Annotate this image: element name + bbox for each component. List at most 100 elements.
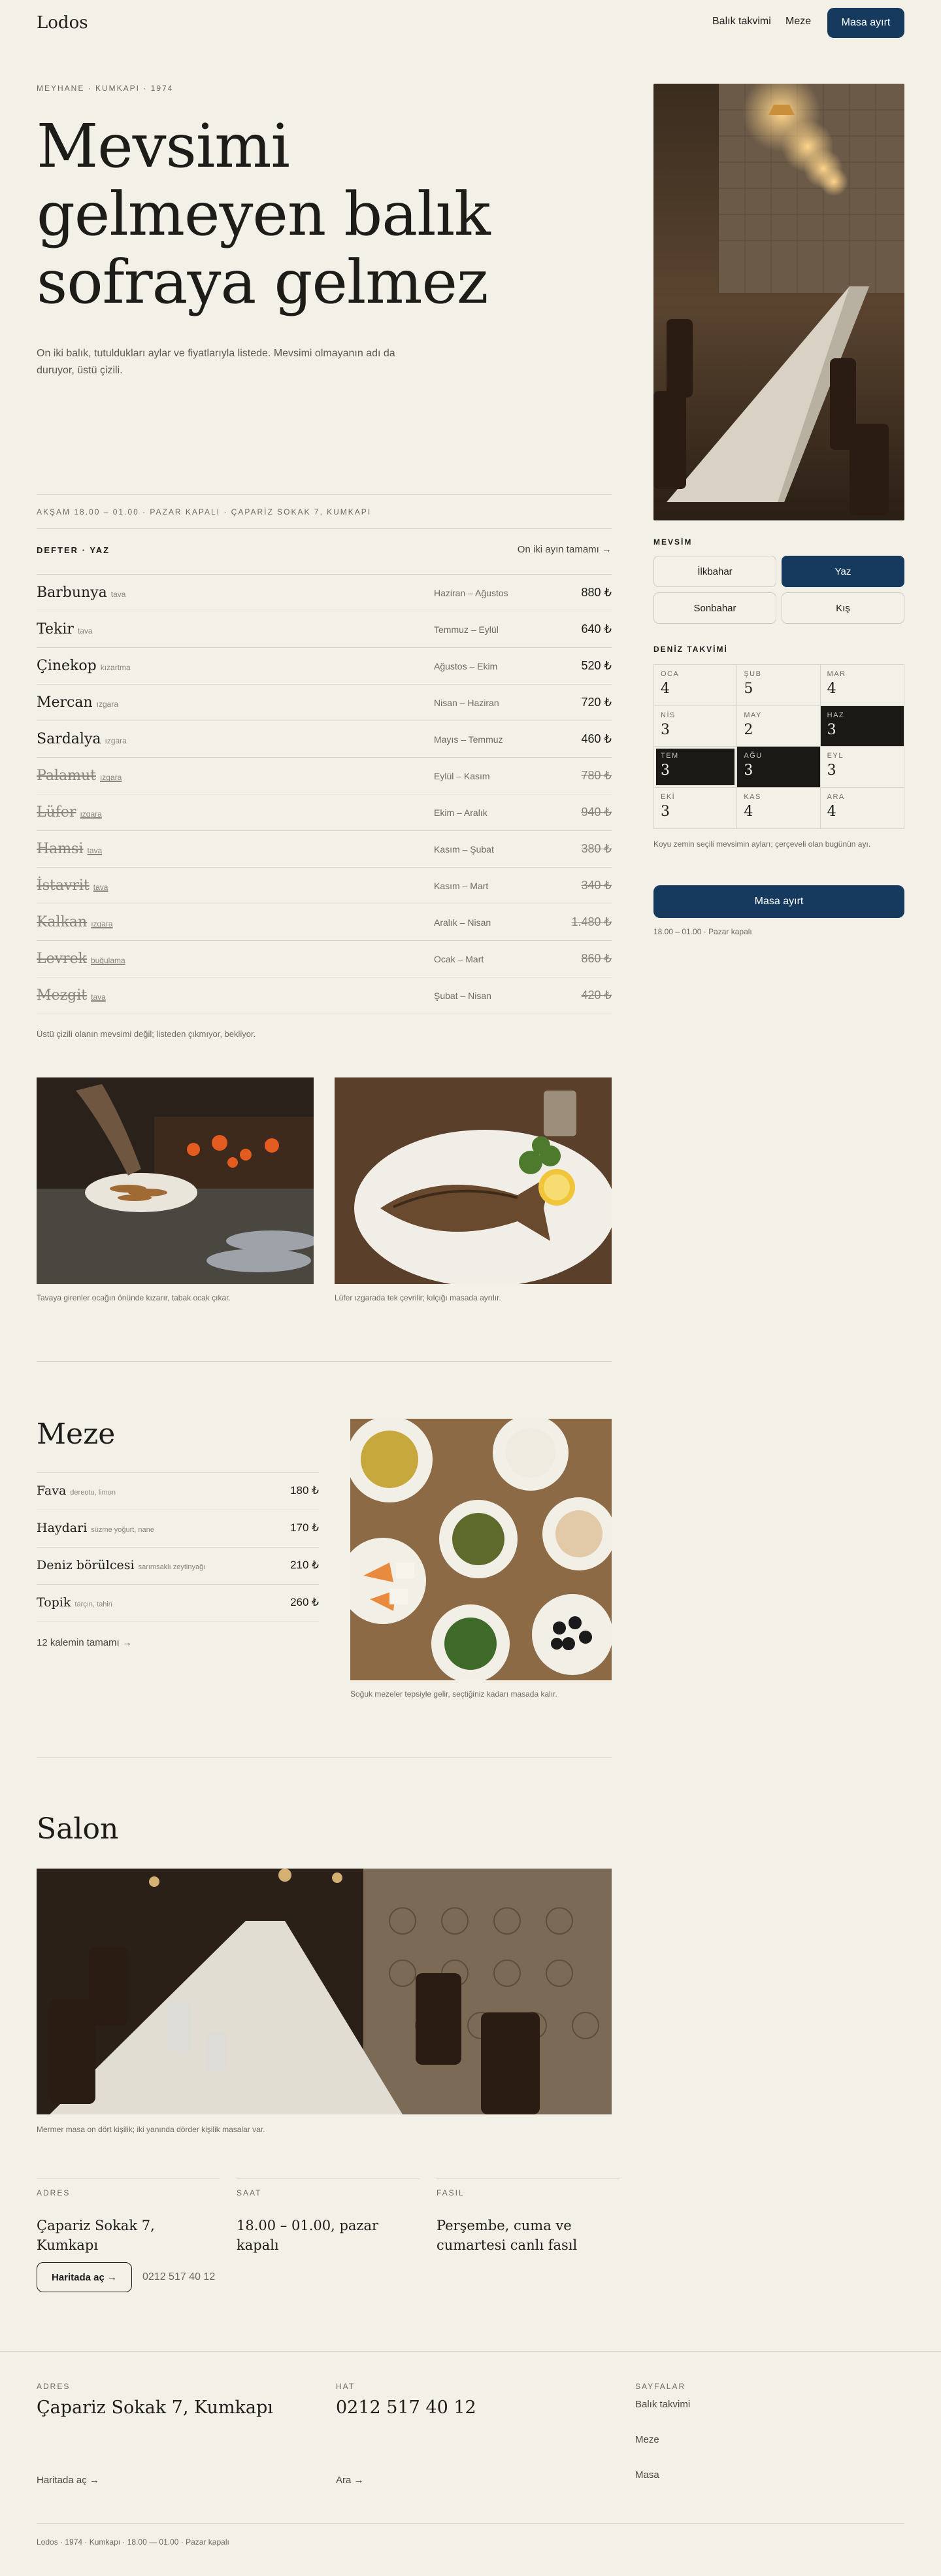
salon-caption: Mermer masa on dört kişilik; iki yanında… <box>37 2125 265 2134</box>
hours-address-meta: AKŞAM 18.00 – 01.00 · PAZAR KAPALI · ÇAP… <box>37 507 372 517</box>
fish-name: İstavrit tava <box>37 877 108 894</box>
fish-prep-note: buğulama <box>90 956 125 965</box>
fish-season: Aralık – Nisan <box>434 917 491 928</box>
salon-illustration <box>37 1869 612 2114</box>
fish-price: 420 ₺ <box>581 989 612 1002</box>
fish-price: 460 ₺ <box>581 732 612 745</box>
fish-name-text: Çinekop <box>37 658 97 674</box>
salon-photo <box>37 1869 612 2114</box>
fish-price: 640 ₺ <box>581 622 612 636</box>
calendar-legend: Koyu zemin seçili mevsimin ayları; çerçe… <box>653 839 871 849</box>
sea-calendar-grid: OCA 4 ŞUB 5 MAR 4 NİS 3 MAY 2 HAZ 3 TEM 3 AĞU 3 EYL 3 EKİ 3… <box>653 664 904 829</box>
footer-page-meze[interactable]: Meze <box>635 2434 690 2469</box>
meze-row: Fava dereotu, limon 180 ₺ <box>37 1472 319 1510</box>
footer-pages: Balık takvimi Meze Masa <box>635 2399 690 2481</box>
month-count: 3 <box>661 721 670 738</box>
footer-phone: 0212 517 40 12 <box>336 2398 476 2418</box>
fish-caption: Lüfer ızgarada tek çevrilir; kılçığı mas… <box>335 1293 501 1302</box>
fish-name: Çinekop kızartma <box>37 658 131 674</box>
meze-price: 260 ₺ <box>290 1596 319 1608</box>
fish-name: Kalkan ızgara <box>37 914 113 930</box>
grill-photo <box>37 1077 314 1284</box>
meze-name: Topik tarçın, tahin <box>37 1595 112 1610</box>
footer-page-masa[interactable]: Masa <box>635 2469 690 2481</box>
sidebar-hours: 18.00 – 01.00 · Pazar kapalı <box>653 927 752 936</box>
fish-name: Levrek buğulama <box>37 951 125 967</box>
info-label: SAAT <box>237 2188 262 2197</box>
fish-list-footnote: Üstü çizili olanın mevsimi değil; listed… <box>37 1029 256 1039</box>
footer-page-fish[interactable]: Balık takvimi <box>635 2399 690 2434</box>
season-button[interactable]: Sonbahar <box>653 592 776 624</box>
meze-caption: Soğuk mezeler tepsiyle gelir, seçtiğiniz… <box>350 1689 557 1699</box>
meze-note: sarımsaklı zeytinyağı <box>138 1563 206 1571</box>
month-abbr: MAY <box>744 711 762 719</box>
meze-illustration <box>350 1419 612 1680</box>
fish-row: Çinekop kızartma Ağustos – Ekim 520 ₺ <box>37 647 612 684</box>
divider <box>37 1361 612 1362</box>
info-value: Perşembe, cuma ve cumartesi canlı fasıl <box>437 2218 578 2253</box>
footer-copyright: Lodos · 1974 · Kumkapı · 18.00 — 01.00 ·… <box>37 2537 229 2547</box>
footer-address: Çapariz Sokak 7, Kumkapı <box>37 2398 273 2418</box>
meze-price: 180 ₺ <box>290 1484 319 1497</box>
fish-row: Kalkan ızgara Aralık – Nisan 1.480 ₺ <box>37 904 612 940</box>
fish-row: Lüfer ızgara Ekim – Aralık 940 ₺ <box>37 794 612 830</box>
footer-map-link[interactable]: Haritada aç → <box>37 2475 99 2486</box>
sidebar-book-button[interactable]: Masa ayırt <box>653 885 904 918</box>
month-count: 3 <box>827 762 836 779</box>
fish-row: Mercan ızgara Nisan – Haziran 720 ₺ <box>37 684 612 720</box>
fish-price: 1.480 ₺ <box>571 915 612 928</box>
fish-price: 780 ₺ <box>581 769 612 782</box>
info-label: ADRES <box>37 2188 71 2197</box>
calendar-month-cell: HAZ 3 <box>820 705 904 747</box>
nav-link-fish-calendar[interactable]: Balık takvimi <box>712 16 771 27</box>
footer-phone-label: HAT <box>336 2382 355 2391</box>
month-count: 3 <box>661 803 670 820</box>
nav-link-meze[interactable]: Meze <box>785 16 811 27</box>
month-abbr: EYL <box>827 752 844 760</box>
season-button[interactable]: Yaz <box>782 556 904 587</box>
meze-list: Fava dereotu, limon 180 ₺ Haydari süzme yoğu… <box>37 1472 319 1621</box>
fish-season: Eylül – Kasım <box>434 771 490 781</box>
logo[interactable]: Lodos <box>37 13 88 33</box>
fish-prep-note: ızgara <box>105 736 127 745</box>
salon-info-column: ADRES Çapariz Sokak 7, Kumkapı <box>37 2178 220 2255</box>
month-abbr: ARA <box>827 792 845 801</box>
meze-tray-photo <box>350 1419 612 1680</box>
meze-price: 210 ₺ <box>290 1559 319 1571</box>
meze-name: Haydari süzme yoğurt, nane <box>37 1521 154 1535</box>
nav-book-button[interactable]: Masa ayırt <box>827 8 904 38</box>
calendar-month-cell: EKİ 3 <box>654 787 738 828</box>
month-abbr: ŞUB <box>744 670 762 678</box>
info-value: Çapariz Sokak 7, Kumkapı <box>37 2218 155 2253</box>
calendar-month-cell: ŞUB 5 <box>737 665 821 706</box>
fish-prep-note: kızartma <box>100 663 131 672</box>
divider <box>37 1757 612 1758</box>
meze-all-link[interactable]: 12 kalemin tamamı → <box>37 1637 132 1648</box>
meze-name-text: Topik <box>37 1595 71 1610</box>
fish-name: Hamsi tava <box>37 841 102 857</box>
footer-pages-label: SAYFALAR <box>635 2382 686 2391</box>
fish-prep-note: tava <box>91 992 106 1002</box>
fish-name-text: Levrek <box>37 951 87 967</box>
season-button[interactable]: Kış <box>782 592 904 624</box>
fish-season: Temmuz – Eylül <box>434 624 499 635</box>
season-button[interactable]: İlkbahar <box>653 556 776 587</box>
info-label: FASIL <box>437 2188 465 2197</box>
fish-row: Mezgit tava Şubat – Nisan 420 ₺ <box>37 977 612 1013</box>
fish-row: Palamut ızgara Eylül – Kasım 780 ₺ <box>37 757 612 794</box>
fish-price: 520 ₺ <box>581 659 612 672</box>
fish-row: Levrek buğulama Ocak – Mart 860 ₺ <box>37 940 612 977</box>
all-months-link[interactable]: On iki ayın tamamı → <box>516 544 612 555</box>
month-count: 2 <box>744 721 753 738</box>
restaurant-interior-photo <box>653 84 904 520</box>
fish-name: Barbunya tava <box>37 585 125 601</box>
meze-note: süzme yoğurt, nane <box>91 1526 154 1534</box>
fish-season: Ekim – Aralık <box>434 807 487 818</box>
map-button[interactable]: Haritada aç → <box>37 2262 132 2292</box>
fish-season: Mayıs – Temmuz <box>434 734 503 745</box>
month-count: 3 <box>661 762 670 779</box>
month-count: 3 <box>827 721 836 738</box>
footer-call-link[interactable]: Ara → <box>336 2475 364 2486</box>
fish-season: Haziran – Ağustos <box>434 588 508 598</box>
fish-price: 880 ₺ <box>581 586 612 599</box>
